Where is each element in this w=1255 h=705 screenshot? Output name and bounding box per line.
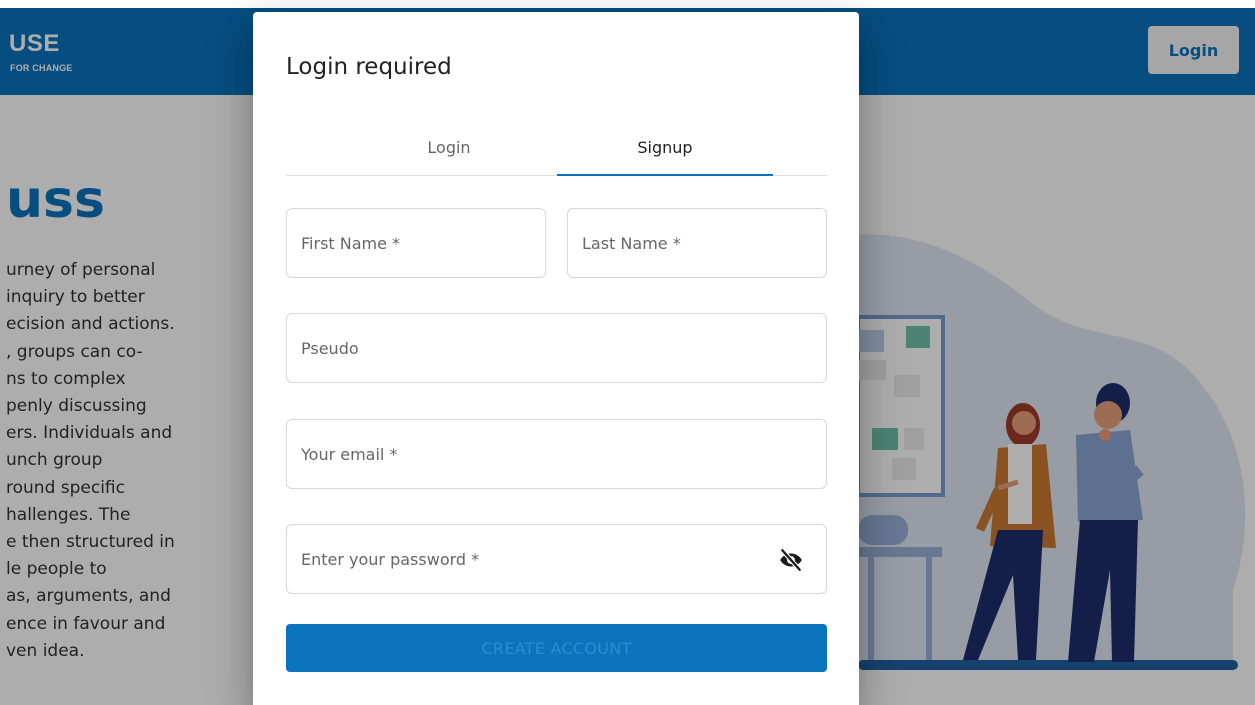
tab-login[interactable]: Login [341,118,557,176]
password-input[interactable] [287,525,826,593]
password-field [286,524,827,594]
email-input[interactable] [287,420,826,488]
pseudo-input[interactable] [287,314,826,382]
pseudo-field [286,313,827,383]
active-tab-indicator [557,174,773,176]
login-dialog: Login required Login Signup CREATE ACCOU… [253,12,859,705]
tab-signup[interactable]: Signup [557,118,773,176]
eye-off-icon[interactable] [778,547,804,573]
create-account-button[interactable]: CREATE ACCOUNT [286,624,827,672]
email-field [286,419,827,489]
last-name-field [567,208,827,278]
first-name-input[interactable] [287,209,545,277]
top-strip [0,0,1255,8]
dialog-title: Login required [286,54,452,80]
last-name-input[interactable] [568,209,826,277]
auth-tabs: Login Signup [286,118,827,176]
first-name-field [286,208,546,278]
